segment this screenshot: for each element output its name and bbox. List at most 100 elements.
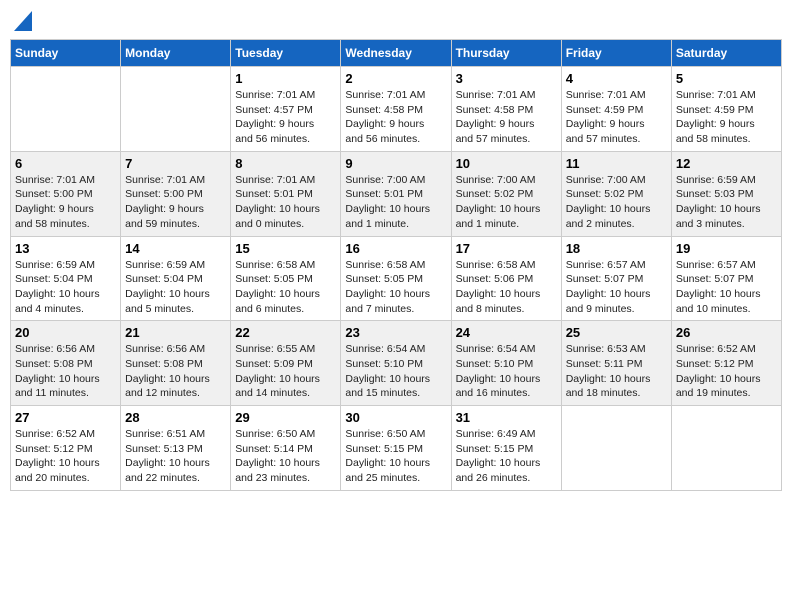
header-saturday: Saturday <box>671 40 781 67</box>
calendar-cell: 28Sunrise: 6:51 AMSunset: 5:13 PMDayligh… <box>121 406 231 491</box>
calendar-cell <box>561 406 671 491</box>
header-thursday: Thursday <box>451 40 561 67</box>
day-info: Sunrise: 7:00 AMSunset: 5:01 PMDaylight:… <box>345 173 446 232</box>
header-wednesday: Wednesday <box>341 40 451 67</box>
day-info: Sunrise: 6:50 AMSunset: 5:15 PMDaylight:… <box>345 427 446 486</box>
day-number: 17 <box>456 241 557 256</box>
day-info: Sunrise: 6:57 AMSunset: 5:07 PMDaylight:… <box>566 258 667 317</box>
calendar-cell: 16 Sunrise: 6:58 AMSunset: 5:05 PMDayligh… <box>341 236 451 321</box>
calendar-week-2: 13 Sunrise: 6:59 AMSunset: 5:04 PMDayligh… <box>11 236 782 321</box>
calendar-cell: 30 Sunrise: 6:50 AMSunset: 5:15 PMDayligh… <box>341 406 451 491</box>
calendar-cell: 5 Sunrise: 7:01 AMSunset: 4:59 PMDaylight… <box>671 67 781 152</box>
day-number: 3 <box>456 71 557 86</box>
day-number: 25 <box>566 325 667 340</box>
day-number: 20 <box>15 325 116 340</box>
day-info: Sunrise: 6:58 AMSunset: 5:05 PMDaylight:… <box>345 258 446 317</box>
calendar-cell: 18 Sunrise: 6:57 AMSunset: 5:07 PMDayligh… <box>561 236 671 321</box>
day-number: 29 <box>235 410 336 425</box>
calendar-cell: 9 Sunrise: 7:00 AMSunset: 5:01 PMDaylight… <box>341 151 451 236</box>
calendar-cell: 12 Sunrise: 6:59 AMSunset: 5:03 PMDayligh… <box>671 151 781 236</box>
calendar-cell: 25 Sunrise: 6:53 AMSunset: 5:11 PMDayligh… <box>561 321 671 406</box>
logo <box>14 10 36 31</box>
day-info: Sunrise: 7:01 AMSunset: 4:58 PMDaylight:… <box>345 88 446 147</box>
day-number: 24 <box>456 325 557 340</box>
calendar-cell: 14Sunrise: 6:59 AMSunset: 5:04 PMDayligh… <box>121 236 231 321</box>
day-number: 31 <box>456 410 557 425</box>
day-number: 26 <box>676 325 777 340</box>
day-number: 12 <box>676 156 777 171</box>
header-tuesday: Tuesday <box>231 40 341 67</box>
day-number: 15 <box>235 241 336 256</box>
day-number: 4 <box>566 71 667 86</box>
day-number: 28 <box>125 410 226 425</box>
calendar-cell: 31 Sunrise: 6:49 AMSunset: 5:15 PMDayligh… <box>451 406 561 491</box>
day-number: 14 <box>125 241 226 256</box>
day-info: Sunrise: 7:01 AMSunset: 5:00 PMDaylight:… <box>125 173 226 232</box>
day-info: Sunrise: 6:54 AMSunset: 5:10 PMDaylight:… <box>456 342 557 401</box>
calendar-cell: 23 Sunrise: 6:54 AMSunset: 5:10 PMDayligh… <box>341 321 451 406</box>
day-number: 10 <box>456 156 557 171</box>
day-info: Sunrise: 7:01 AMSunset: 4:59 PMDaylight:… <box>676 88 777 147</box>
calendar-week-0: 1Sunrise: 7:01 AMSunset: 4:57 PMDaylight… <box>11 67 782 152</box>
header-friday: Friday <box>561 40 671 67</box>
calendar-cell: 2 Sunrise: 7:01 AMSunset: 4:58 PMDaylight… <box>341 67 451 152</box>
day-info: Sunrise: 6:50 AMSunset: 5:14 PMDaylight:… <box>235 427 336 486</box>
day-info: Sunrise: 6:59 AMSunset: 5:04 PMDaylight:… <box>15 258 116 317</box>
calendar-cell: 22 Sunrise: 6:55 AMSunset: 5:09 PMDayligh… <box>231 321 341 406</box>
calendar-cell: 17 Sunrise: 6:58 AMSunset: 5:06 PMDayligh… <box>451 236 561 321</box>
day-info: Sunrise: 6:49 AMSunset: 5:15 PMDaylight:… <box>456 427 557 486</box>
calendar-week-4: 27Sunrise: 6:52 AMSunset: 5:12 PMDayligh… <box>11 406 782 491</box>
calendar-cell: 13 Sunrise: 6:59 AMSunset: 5:04 PMDayligh… <box>11 236 121 321</box>
day-info: Sunrise: 6:54 AMSunset: 5:10 PMDaylight:… <box>345 342 446 401</box>
calendar-cell <box>121 67 231 152</box>
calendar-cell: 3 Sunrise: 7:01 AMSunset: 4:58 PMDaylight… <box>451 67 561 152</box>
day-number: 21 <box>125 325 226 340</box>
day-number: 9 <box>345 156 446 171</box>
day-info: Sunrise: 6:56 AMSunset: 5:08 PMDaylight:… <box>125 342 226 401</box>
day-info: Sunrise: 6:55 AMSunset: 5:09 PMDaylight:… <box>235 342 336 401</box>
day-info: Sunrise: 6:53 AMSunset: 5:11 PMDaylight:… <box>566 342 667 401</box>
day-info: Sunrise: 7:01 AMSunset: 4:59 PMDaylight:… <box>566 88 667 147</box>
day-number: 30 <box>345 410 446 425</box>
calendar-cell: 29 Sunrise: 6:50 AMSunset: 5:14 PMDayligh… <box>231 406 341 491</box>
day-number: 23 <box>345 325 446 340</box>
day-info: Sunrise: 7:01 AMSunset: 4:58 PMDaylight:… <box>456 88 557 147</box>
day-number: 1 <box>235 71 336 86</box>
day-number: 13 <box>15 241 116 256</box>
calendar-table: SundayMondayTuesdayWednesdayThursdayFrid… <box>10 39 782 491</box>
day-info: Sunrise: 7:01 AMSunset: 5:00 PMDaylight:… <box>15 173 116 232</box>
day-number: 22 <box>235 325 336 340</box>
day-info: Sunrise: 7:01 AMSunset: 5:01 PMDaylight:… <box>235 173 336 232</box>
header-sunday: Sunday <box>11 40 121 67</box>
calendar-cell <box>11 67 121 152</box>
day-number: 2 <box>345 71 446 86</box>
calendar-cell: 11Sunrise: 7:00 AMSunset: 5:02 PMDayligh… <box>561 151 671 236</box>
calendar-cell: 8 Sunrise: 7:01 AMSunset: 5:01 PMDaylight… <box>231 151 341 236</box>
day-number: 5 <box>676 71 777 86</box>
calendar-cell: 21 Sunrise: 6:56 AMSunset: 5:08 PMDayligh… <box>121 321 231 406</box>
day-number: 18 <box>566 241 667 256</box>
day-info: Sunrise: 6:52 AMSunset: 5:12 PMDaylight:… <box>676 342 777 401</box>
logo-icon <box>14 11 32 31</box>
calendar-cell: 7 Sunrise: 7:01 AMSunset: 5:00 PMDaylight… <box>121 151 231 236</box>
calendar-cell <box>671 406 781 491</box>
day-info: Sunrise: 7:00 AMSunset: 5:02 PMDaylight:… <box>566 173 667 232</box>
day-info: Sunrise: 6:58 AMSunset: 5:06 PMDaylight:… <box>456 258 557 317</box>
day-info: Sunrise: 7:00 AMSunset: 5:02 PMDaylight:… <box>456 173 557 232</box>
day-number: 16 <box>345 241 446 256</box>
day-number: 8 <box>235 156 336 171</box>
calendar-week-3: 20 Sunrise: 6:56 AMSunset: 5:08 PMDayligh… <box>11 321 782 406</box>
day-info: Sunrise: 6:58 AMSunset: 5:05 PMDaylight:… <box>235 258 336 317</box>
calendar-week-1: 6Sunrise: 7:01 AMSunset: 5:00 PMDaylight… <box>11 151 782 236</box>
day-number: 7 <box>125 156 226 171</box>
calendar-cell: 24 Sunrise: 6:54 AMSunset: 5:10 PMDayligh… <box>451 321 561 406</box>
calendar-cell: 1Sunrise: 7:01 AMSunset: 4:57 PMDaylight… <box>231 67 341 152</box>
day-info: Sunrise: 6:57 AMSunset: 5:07 PMDaylight:… <box>676 258 777 317</box>
calendar-cell: 15 Sunrise: 6:58 AMSunset: 5:05 PMDayligh… <box>231 236 341 321</box>
calendar-cell: 6Sunrise: 7:01 AMSunset: 5:00 PMDaylight… <box>11 151 121 236</box>
day-info: Sunrise: 6:59 AMSunset: 5:03 PMDaylight:… <box>676 173 777 232</box>
calendar-cell: 19Sunrise: 6:57 AMSunset: 5:07 PMDayligh… <box>671 236 781 321</box>
day-info: Sunrise: 6:52 AMSunset: 5:12 PMDaylight:… <box>15 427 116 486</box>
calendar-header-row: SundayMondayTuesdayWednesdayThursdayFrid… <box>11 40 782 67</box>
calendar-cell: 27Sunrise: 6:52 AMSunset: 5:12 PMDayligh… <box>11 406 121 491</box>
